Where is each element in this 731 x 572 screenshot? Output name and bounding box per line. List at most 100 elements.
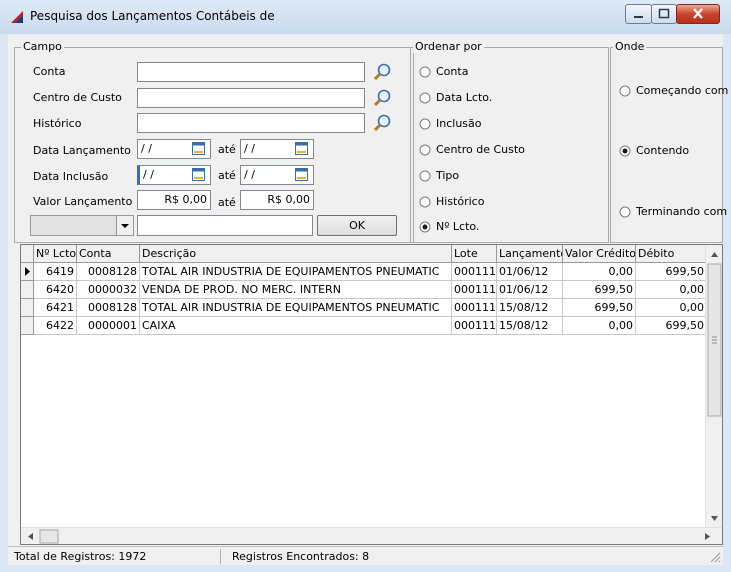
filtro-input[interactable] [137,215,313,236]
onde-option-label[interactable]: Começando com [636,84,728,97]
row-indicator[interactable] [21,299,34,317]
calendar-icon[interactable] [192,168,205,181]
table-cell: CAIXA [140,317,452,335]
search-icon[interactable] [372,113,392,133]
column-header[interactable]: Nº Lcto [34,245,77,263]
table-cell: 15/08/12 [497,317,563,335]
ordenar-option-label[interactable]: Histórico [436,195,484,208]
data-lancamento-label: Data Lançamento [33,144,131,157]
minimize-icon [634,16,643,18]
radio-checked-icon[interactable] [419,221,431,233]
column-header[interactable]: Lote [452,245,497,263]
maximize-button[interactable] [651,4,677,24]
conta-input[interactable] [137,62,365,82]
radio-icon[interactable] [419,196,431,208]
total-registros-label: Total de Registros: 1972 [14,550,147,563]
historico-input[interactable] [137,113,365,133]
valor-ate-input[interactable]: R$ 0,00 [240,190,314,210]
table-cell: 0,00 [636,281,707,299]
ordenar-option-label[interactable]: Inclusão [436,117,482,130]
conta-label: Conta [33,65,66,78]
radio-icon[interactable] [419,118,431,130]
ordenar-option-label[interactable]: Data Lcto. [436,91,492,104]
status-bar: Total de Registros: 1972 Registros Encon… [8,546,723,565]
row-indicator[interactable] [21,317,34,335]
ok-button[interactable]: OK [317,215,397,236]
ordenar-group: Ordenar por Conta Data Lcto. Inclusão Centr… [410,40,609,243]
combo-arrow[interactable] [116,216,133,235]
valor-de-input[interactable]: R$ 0,00 [137,190,211,210]
table-cell: 0,00 [636,299,707,317]
app-icon [11,11,23,23]
vertical-scrollbar[interactable] [705,245,722,527]
search-icon[interactable] [372,62,392,82]
table-cell: 699,50 [563,299,636,317]
radio-icon[interactable] [419,144,431,156]
campo-group: Campo Conta Centro de Custo Histórico Da… [14,40,414,243]
close-button[interactable] [676,4,720,24]
column-header[interactable]: Lançamento [497,245,563,263]
column-header[interactable]: Descrição [140,245,452,263]
radio-icon[interactable] [619,206,631,218]
results-grid: Nº Lcto Conta Descrição Lote Lançamento Valor… [20,244,723,545]
table-cell: 000111 [452,263,497,281]
table-cell: 699,50 [636,317,707,335]
title-bar[interactable]: Pesquisa dos Lançamentos Contábeis de [0,0,731,34]
horizontal-scrollbar[interactable] [21,527,722,544]
resize-grip-icon[interactable] [708,550,721,563]
ate-label: até [218,196,236,209]
column-header[interactable]: Débito [636,245,707,263]
calendar-icon[interactable] [192,142,205,155]
search-icon[interactable] [372,88,392,108]
table-cell: 6420 [34,281,77,299]
close-icon [693,8,703,19]
calendar-icon[interactable] [295,142,308,155]
current-row-arrow-icon [25,267,30,276]
centro-custo-input[interactable] [137,88,365,108]
column-header[interactable]: Conta [77,245,140,263]
campo-combo[interactable] [30,215,134,236]
table-cell: 0008128 [77,263,140,281]
radio-icon[interactable] [419,66,431,78]
grid-corner [21,245,34,263]
client-area: Campo Conta Centro de Custo Histórico Da… [8,34,728,565]
table-cell: 6421 [34,299,77,317]
scroll-arrows-icon [28,529,710,544]
minimize-button[interactable] [625,4,652,24]
ate-label: até [218,169,236,182]
valor-lancamento-label: Valor Lançamento [33,195,133,208]
ordenar-option-label[interactable]: Conta [436,65,468,78]
radio-checked-icon[interactable] [619,145,631,157]
row-indicator[interactable] [21,263,34,281]
ordenar-option-label[interactable]: Nº Lcto. [436,220,479,233]
table-cell: TOTAL AIR INDUSTRIA DE EQUIPAMENTOS PNEU… [140,299,452,317]
radio-icon[interactable] [419,170,431,182]
window-title: Pesquisa dos Lançamentos Contábeis de [30,9,275,23]
ordenar-option-label[interactable]: Tipo [436,169,459,182]
row-indicator[interactable] [21,281,34,299]
table-cell: 0,00 [563,317,636,335]
table-cell: 0000032 [77,281,140,299]
radio-icon[interactable] [619,85,631,97]
scroll-arrows-icon [707,252,722,521]
table-cell: 000111 [452,299,497,317]
maximize-icon [658,8,670,19]
table-cell: 01/06/12 [497,281,563,299]
table-cell: 699,50 [563,281,636,299]
table-cell: TOTAL AIR INDUSTRIA DE EQUIPAMENTOS PNEU… [140,263,452,281]
onde-group-label: Onde [613,40,647,53]
onde-option-label[interactable]: Contendo [636,144,689,157]
table-cell: 6419 [34,263,77,281]
table-cell: 0,00 [563,263,636,281]
calendar-icon[interactable] [295,168,308,181]
radio-icon[interactable] [419,92,431,104]
ordenar-group-label: Ordenar por [413,40,484,53]
centro-custo-label: Centro de Custo [33,91,122,104]
table-cell: 6422 [34,317,77,335]
onde-option-label[interactable]: Terminando com [636,205,727,218]
status-divider [220,549,221,564]
table-cell: 15/08/12 [497,299,563,317]
registros-encontrados-label: Registros Encontrados: 8 [232,550,370,563]
column-header[interactable]: Valor Crédito [563,245,636,263]
ordenar-option-label[interactable]: Centro de Custo [436,143,525,156]
